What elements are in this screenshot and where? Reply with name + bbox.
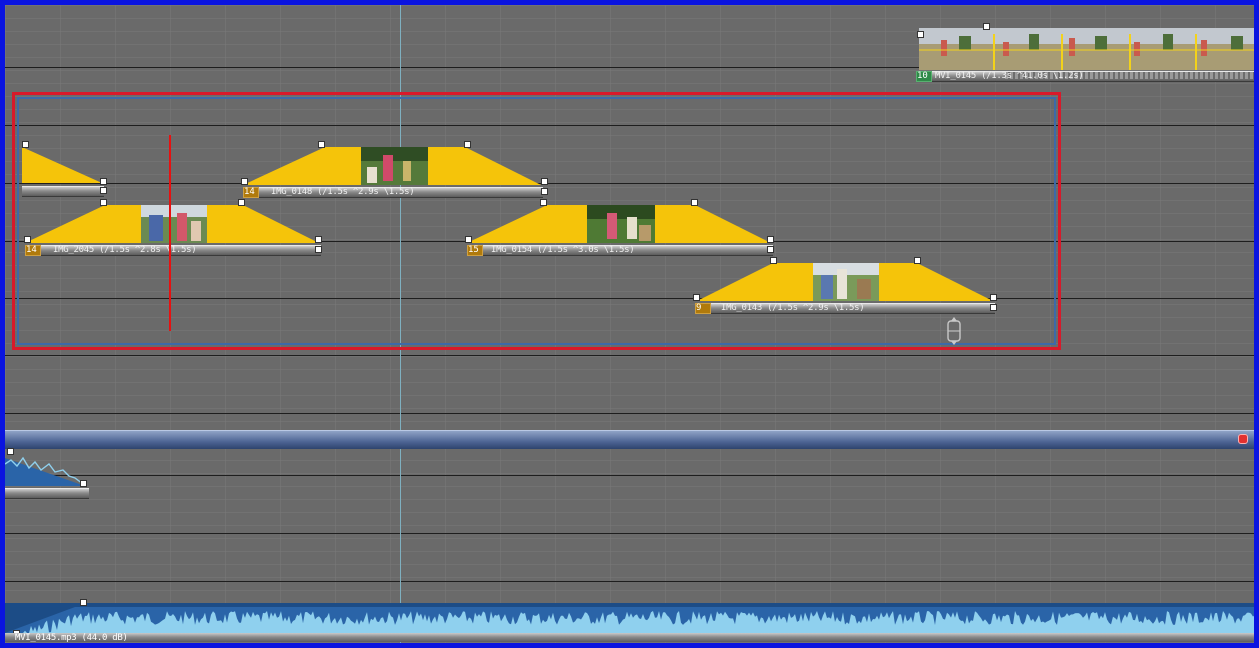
marker-handle-icon[interactable] <box>100 178 107 185</box>
marker-handle-icon[interactable] <box>238 199 245 206</box>
end-arrow-icon[interactable] <box>990 304 997 311</box>
track-separator <box>5 413 1254 414</box>
clip-index-badge: 9 <box>695 303 711 314</box>
fade-envelope[interactable] <box>22 145 107 185</box>
marker-handle-icon[interactable] <box>917 31 924 38</box>
track-separator <box>5 475 1254 476</box>
video-thumbnail-strip <box>919 28 1254 70</box>
end-arrow-icon[interactable] <box>541 188 548 195</box>
clip-index-badge: 15 <box>467 245 483 256</box>
audio-track-header[interactable] <box>5 430 1254 449</box>
record-icon[interactable] <box>1238 434 1248 444</box>
clip-index-badge: 14 <box>25 245 41 256</box>
fade-envelope[interactable] <box>467 203 773 245</box>
marker-handle-icon[interactable] <box>541 178 548 185</box>
marker-handle-icon[interactable] <box>465 236 472 243</box>
marker-handle-icon[interactable] <box>990 294 997 301</box>
fade-envelope[interactable] <box>697 261 995 303</box>
marker-handle-icon[interactable] <box>770 257 777 264</box>
fade-envelope[interactable] <box>243 145 543 187</box>
marker-handle-icon[interactable] <box>7 448 14 455</box>
fade-envelope[interactable] <box>25 203 321 245</box>
track-separator <box>5 581 1254 582</box>
end-arrow-icon[interactable] <box>767 246 774 253</box>
audio-clip-bar[interactable] <box>5 633 1254 642</box>
marker-handle-icon[interactable] <box>693 294 700 301</box>
video-clip-thumbnails[interactable] <box>919 28 1254 70</box>
audio-waveform <box>5 607 1254 633</box>
audio-waveform-track[interactable] <box>5 603 1254 633</box>
move-cursor-icon <box>947 317 961 345</box>
marker-handle-icon[interactable] <box>540 199 547 206</box>
marker-handle-icon[interactable] <box>983 23 990 30</box>
marker-handle-icon[interactable] <box>914 257 921 264</box>
clip-index-badge: 14 <box>243 187 259 198</box>
marker-handle-icon[interactable] <box>80 480 87 487</box>
marker-handle-icon[interactable] <box>318 141 325 148</box>
marker-handle-icon[interactable] <box>767 236 774 243</box>
clip-label: IMG_2045 (/1.5s ^2.8s \1.5s) <box>53 245 197 255</box>
marker-handle-icon[interactable] <box>691 199 698 206</box>
end-arrow-icon[interactable] <box>100 187 107 194</box>
marker-handle-icon[interactable] <box>315 236 322 243</box>
marker-handle-icon[interactable] <box>22 141 29 148</box>
marker-handle-icon[interactable] <box>24 236 31 243</box>
clip-label: IMG_0143 (/1.5s ^2.9s \1.5s) <box>721 303 865 313</box>
marker-handle-icon[interactable] <box>464 141 471 148</box>
clip-index-badge: 10 <box>916 71 932 82</box>
marker-handle-icon[interactable] <box>100 199 107 206</box>
audio-clip-small[interactable] <box>5 452 87 488</box>
edit-cursor-line <box>169 135 171 331</box>
marker-handle-icon[interactable] <box>80 599 87 606</box>
end-arrow-icon[interactable] <box>315 246 322 253</box>
audio-clip-bar[interactable] <box>5 488 89 499</box>
audio-clip-label: MVI_0145.mp3 (44.0 dB) <box>15 633 128 643</box>
marker-handle-icon[interactable] <box>241 178 248 185</box>
track-separator <box>5 533 1254 534</box>
track-separator <box>5 355 1254 356</box>
clip-label: IMG_0148 (/1.5s ^2.9s \1.5s) <box>271 187 415 197</box>
timeline-window: 10 MVI_0145 (/1.3s ^41.0s \1.2s) 14 IMG_… <box>0 0 1259 648</box>
clip-label: MVI_0145 (/1.3s ^41.0s \1.2s) <box>935 71 1084 81</box>
image-clip-bar[interactable] <box>22 186 104 197</box>
clip-label: IMG_0154 (/1.5s ^3.0s \1.5s) <box>491 245 635 255</box>
